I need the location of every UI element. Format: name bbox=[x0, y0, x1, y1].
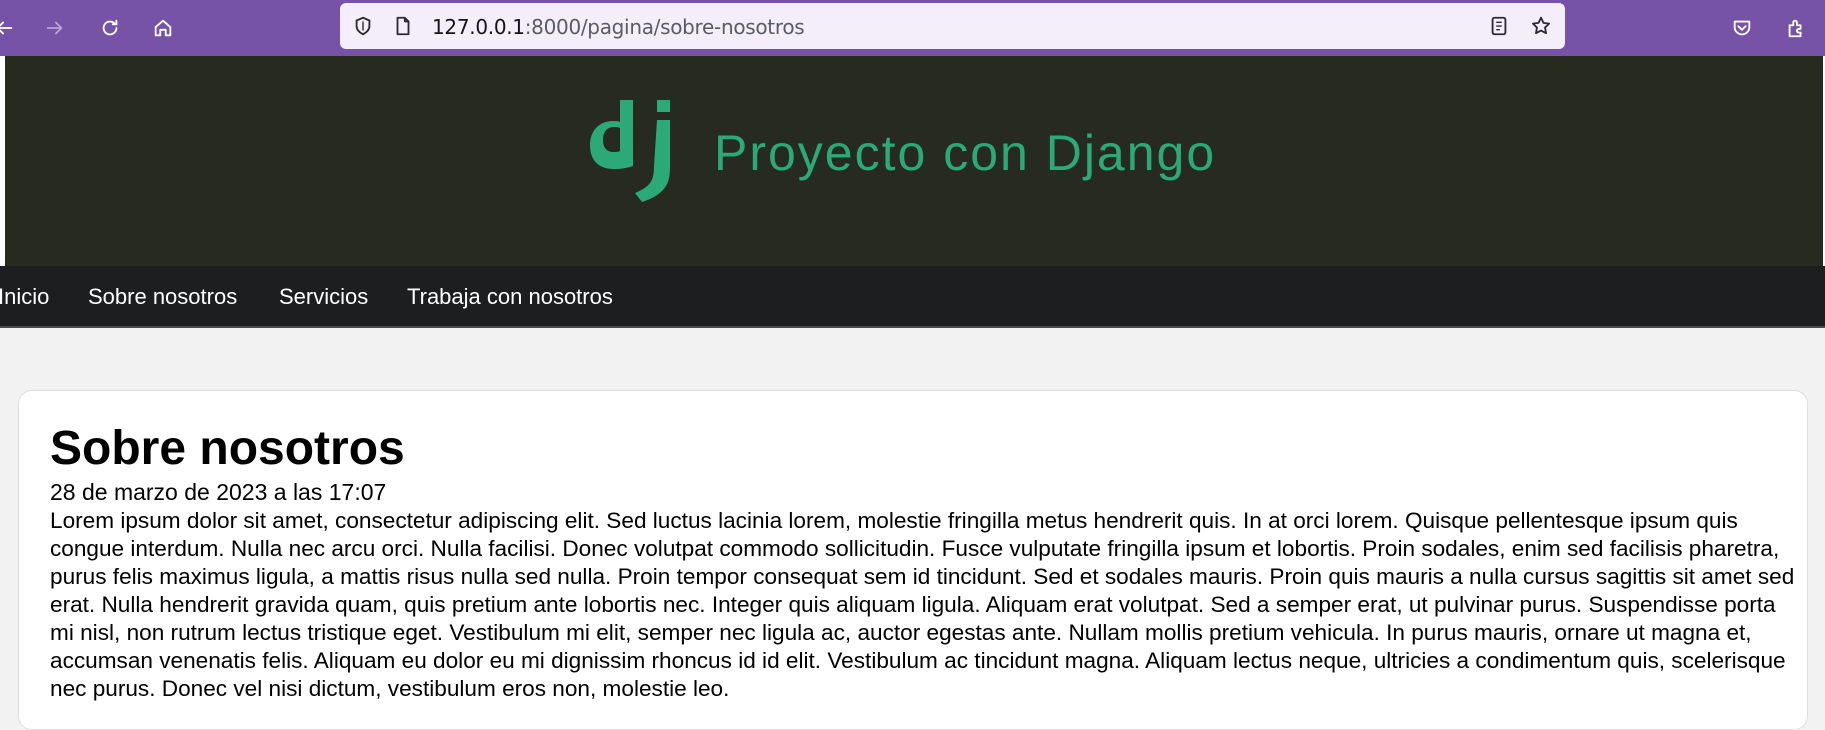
shield-icon[interactable] bbox=[352, 15, 374, 37]
url-host: 127.0.0.1 bbox=[432, 15, 525, 39]
bookmark-star-icon[interactable] bbox=[1530, 15, 1552, 37]
browser-toolbar: 127.0.0.1:8000/pagina/sobre-nosotros bbox=[0, 0, 1825, 56]
pocket-icon[interactable] bbox=[1724, 10, 1760, 46]
url-bar[interactable]: 127.0.0.1:8000/pagina/sobre-nosotros bbox=[340, 3, 1565, 49]
page-title: Sobre nosotros bbox=[50, 422, 405, 475]
django-logo[interactable] bbox=[590, 98, 690, 218]
reload-icon[interactable] bbox=[92, 10, 128, 46]
nav-item-inicio[interactable]: Inicio bbox=[0, 284, 49, 310]
nav-item-trabaja-con-nosotros[interactable]: Trabaja con nosotros bbox=[407, 284, 613, 310]
article-date: 28 de marzo de 2023 a las 17:07 bbox=[50, 479, 387, 505]
home-icon[interactable] bbox=[145, 10, 181, 46]
nav-item-sobre-nosotros[interactable]: Sobre nosotros bbox=[88, 284, 237, 310]
page-icon[interactable] bbox=[392, 15, 414, 37]
site-title[interactable]: Proyecto con Django bbox=[714, 124, 1216, 182]
forward-arrow-icon[interactable] bbox=[37, 10, 73, 46]
reader-view-icon[interactable] bbox=[1488, 15, 1510, 37]
article-body: Lorem ipsum dolor sit amet, consectetur … bbox=[50, 508, 1795, 701]
main-nav: Inicio Sobre nosotros Servicios Trabaja … bbox=[0, 266, 1825, 328]
extensions-icon[interactable] bbox=[1778, 10, 1814, 46]
nav-item-servicios[interactable]: Servicios bbox=[279, 284, 368, 310]
url-text[interactable]: 127.0.0.1:8000/pagina/sobre-nosotros bbox=[432, 15, 805, 39]
back-arrow-icon[interactable] bbox=[0, 10, 22, 46]
article-card: Sobre nosotros 28 de marzo de 2023 a las… bbox=[18, 390, 1808, 730]
url-path: :8000/pagina/sobre-nosotros bbox=[524, 15, 805, 39]
